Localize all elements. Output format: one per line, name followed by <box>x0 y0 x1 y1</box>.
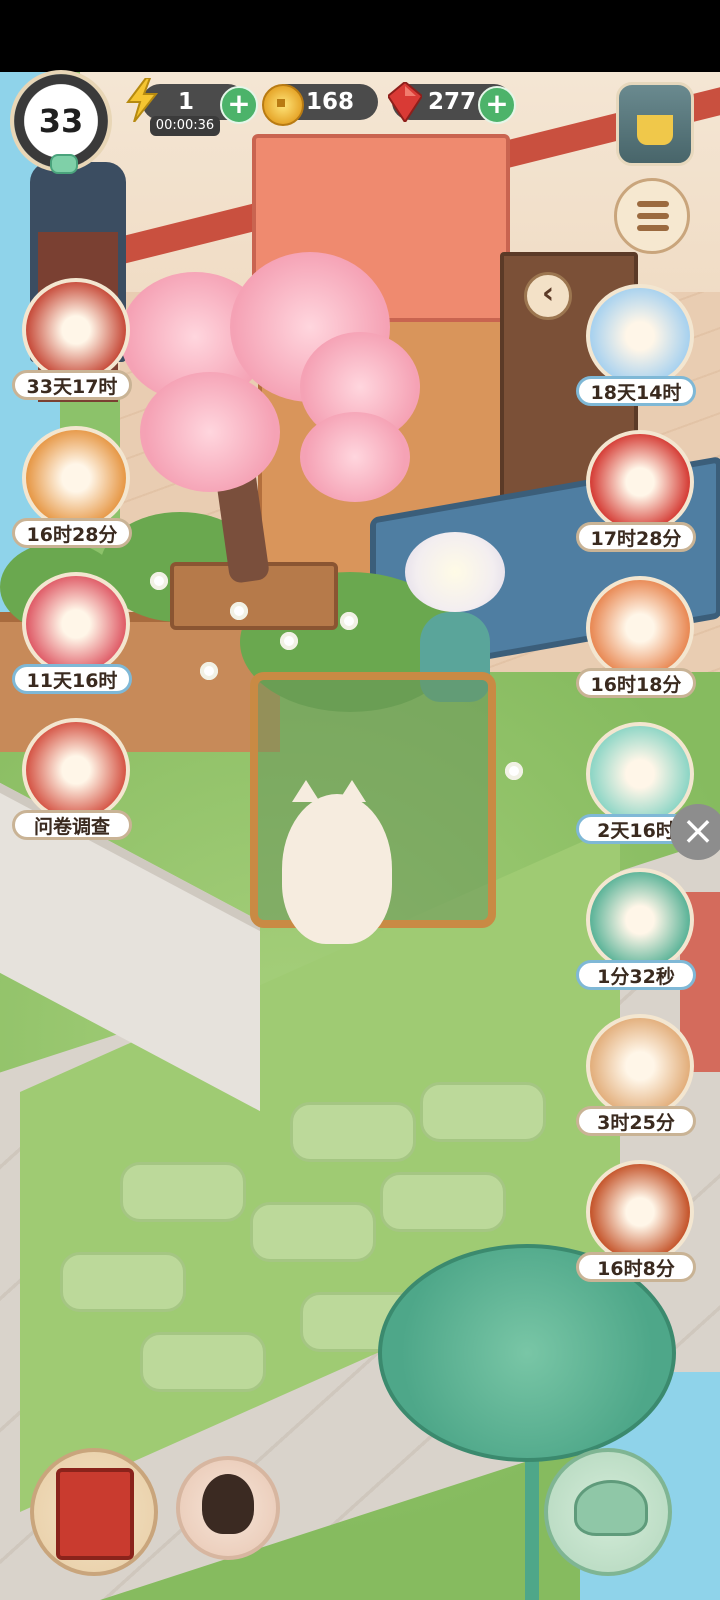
event-timer: 18天14时 <box>576 376 696 406</box>
event-fox[interactable]: 16时28分 <box>12 426 132 548</box>
survey-scroll-icon <box>22 718 130 822</box>
gem-value: 277 <box>428 89 477 115</box>
blossom-cluster <box>140 372 280 492</box>
dragon-cat-event-icon <box>586 284 694 388</box>
event-timer: 33天17时 <box>12 370 132 400</box>
letters-event-icon <box>22 278 130 382</box>
ruby-icon <box>388 82 422 122</box>
menu-icon <box>637 225 669 231</box>
energy-timer: 00:00:36 <box>150 116 220 136</box>
red-envelope-event-icon <box>586 430 694 534</box>
plus-one-event-icon <box>586 1160 694 1264</box>
roast-feast-event-icon <box>586 1014 694 1118</box>
teapot-button[interactable] <box>544 1448 672 1576</box>
stepping-stone <box>140 1332 266 1392</box>
player-avatar[interactable]: 33 <box>14 74 108 174</box>
event-lantern[interactable]: 11天16时 <box>12 572 132 694</box>
event-treasure-cart[interactable]: 1分32秒 <box>576 868 696 990</box>
fortune-cat-event-icon <box>586 576 694 680</box>
player-level: 33 <box>38 102 84 140</box>
mint-cat-event-icon <box>586 722 694 826</box>
event-letters[interactable]: 33天17时 <box>12 278 132 400</box>
event-roast-feast[interactable]: 3时25分 <box>576 1014 696 1136</box>
event-fortune-cat[interactable]: 16时18分 <box>576 576 696 698</box>
event-survey[interactable]: 问卷调查 <box>12 718 132 840</box>
survey-label: 问卷调查 <box>12 810 132 840</box>
blossom-cluster <box>300 412 410 502</box>
status-bar <box>0 0 720 72</box>
stepping-stone <box>60 1252 186 1312</box>
shop-pavilion-button[interactable] <box>616 82 694 166</box>
collapse-button[interactable]: ‹ <box>524 272 572 320</box>
event-timer: 11天16时 <box>12 664 132 694</box>
white-flower <box>505 762 523 780</box>
stepping-stone <box>380 1172 506 1232</box>
white-flower <box>150 572 168 590</box>
add-gems-button[interactable]: + <box>478 86 516 124</box>
treasure-cart-event-icon <box>586 868 694 972</box>
white-flower <box>280 632 298 650</box>
white-flower <box>230 602 248 620</box>
stepping-stone <box>290 1102 416 1162</box>
event-timer: 17时28分 <box>576 522 696 552</box>
menu-icon <box>637 201 669 207</box>
stepping-stone <box>250 1202 376 1262</box>
stepping-stone <box>120 1162 246 1222</box>
event-timer: 1分32秒 <box>576 960 696 990</box>
red-book-button[interactable] <box>30 1448 158 1576</box>
event-plus-one[interactable]: 16时8分 <box>576 1160 696 1282</box>
white-flower <box>200 662 218 680</box>
menu-icon <box>637 213 669 219</box>
avatar-badge <box>50 154 78 174</box>
coin-value: 168 <box>306 89 355 115</box>
event-timer: 16时18分 <box>576 668 696 698</box>
fox-event-icon <box>22 426 130 530</box>
add-energy-button[interactable]: + <box>220 86 258 124</box>
event-dragon-cat[interactable]: 18天14时 <box>576 284 696 406</box>
close-icon[interactable]: × <box>670 804 720 860</box>
menu-button[interactable] <box>614 178 690 254</box>
event-timer: 16时28分 <box>12 518 132 548</box>
stepping-stone <box>420 1082 546 1142</box>
event-red-envelope[interactable]: 17时28分 <box>576 430 696 552</box>
event-timer: 3时25分 <box>576 1106 696 1136</box>
energy-value: 1 <box>178 89 195 115</box>
white-flower <box>340 612 358 630</box>
event-timer: 16时8分 <box>576 1252 696 1282</box>
lotus-flower <box>405 532 505 612</box>
lantern-event-icon <box>22 572 130 676</box>
coin-icon <box>262 84 304 126</box>
white-cat[interactable] <box>282 794 392 944</box>
character-story-button[interactable] <box>176 1456 280 1560</box>
